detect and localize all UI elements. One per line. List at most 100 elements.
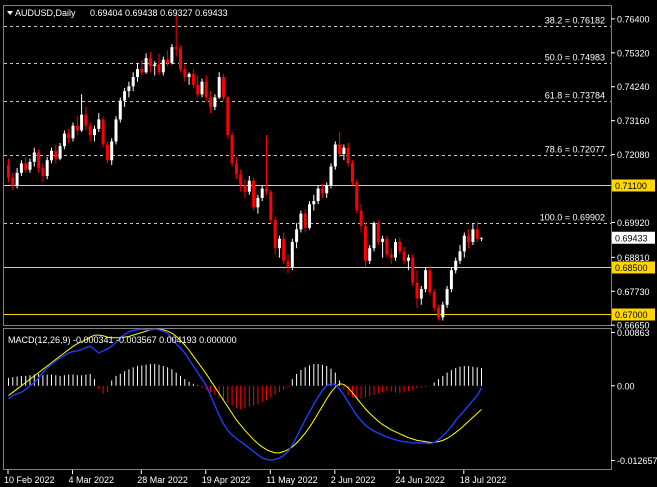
candle: [166, 59, 170, 63]
candle: [19, 163, 23, 173]
candle: [394, 241, 397, 258]
candle: [273, 219, 277, 249]
candle: [101, 119, 105, 145]
candle: [179, 48, 182, 70]
candle: [62, 133, 66, 147]
candle: [316, 188, 320, 202]
time-axis-label: 19 Apr 2022: [202, 475, 251, 485]
candle: [415, 282, 419, 299]
candle: [174, 47, 178, 49]
time-axis-label: 24 Jun 2022: [395, 475, 445, 485]
fib-level-label: 78.6 = 0.72077: [545, 145, 605, 155]
candle: [161, 59, 165, 73]
candle: [196, 84, 200, 95]
time-axis-label: 2 Jun 2022: [331, 475, 376, 485]
candle: [84, 114, 88, 126]
candle: [372, 223, 376, 249]
candle: [342, 147, 346, 154]
candle: [290, 241, 294, 268]
candle: [329, 166, 333, 186]
candle: [93, 128, 96, 136]
candle: [54, 150, 58, 159]
symbol-label: AUDUSD,Daily: [15, 8, 76, 18]
candle: [110, 141, 114, 161]
price-axis-label: 0.68810: [617, 253, 650, 263]
macd-axis-label: 0.00863: [617, 328, 650, 338]
candle: [402, 251, 406, 261]
candle: [144, 58, 148, 73]
horizontal-level-price-label: 0.68500: [615, 263, 648, 273]
fib-level-label: 100.0 = 0.69902: [540, 213, 605, 223]
candle: [71, 125, 75, 139]
candle: [467, 235, 471, 242]
candle: [243, 185, 247, 192]
candle: [252, 180, 256, 208]
candle: [437, 307, 440, 318]
candle: [127, 86, 131, 92]
candle: [363, 226, 367, 261]
chart-background: [0, 0, 657, 487]
fib-level-label: 38.2 = 0.76182: [545, 16, 605, 26]
candle: [200, 81, 204, 95]
candle: [105, 144, 109, 161]
candle: [45, 160, 49, 176]
candle: [114, 119, 118, 142]
chart-canvas[interactable]: 38.2 = 0.76182 50.0 = 0.74983 61.8 = 0.737…: [0, 0, 657, 487]
candle: [312, 201, 316, 205]
price-axis-label: 0.72080: [617, 150, 650, 160]
candle: [368, 248, 372, 261]
candle: [265, 188, 268, 192]
candle: [458, 251, 462, 261]
candle: [385, 238, 389, 255]
candle: [247, 180, 251, 192]
macd-axis-label: 0.00: [617, 381, 635, 391]
candle: [462, 235, 466, 252]
candle: [183, 69, 187, 78]
candle: [333, 144, 337, 167]
ohlc-values: 0.69404 0.69438 0.69327 0.69433: [90, 8, 228, 18]
candle: [320, 188, 324, 194]
candle: [424, 270, 428, 290]
candle: [7, 164, 10, 178]
candle: [411, 257, 415, 283]
candle: [148, 58, 152, 67]
candle: [75, 125, 79, 131]
candle: [441, 304, 445, 318]
candle: [153, 64, 157, 67]
fib-level-label: 61.8 = 0.73784: [545, 91, 605, 101]
candle: [376, 223, 380, 242]
time-axis-label: 28 Mar 2022: [137, 475, 188, 485]
current-price-label: 0.69433: [615, 233, 648, 243]
candle: [428, 270, 432, 293]
candle: [140, 69, 144, 73]
candle: [419, 289, 423, 299]
candle: [308, 204, 311, 228]
candle: [359, 210, 363, 227]
candle: [351, 163, 354, 183]
candle: [58, 146, 62, 159]
candle: [277, 238, 281, 249]
candle: [256, 197, 260, 208]
time-axis-label: 10 Feb 2022: [4, 475, 55, 485]
candle: [454, 260, 458, 271]
candle: [118, 100, 122, 120]
candle: [37, 152, 41, 169]
horizontal-level-price-label: 0.67000: [615, 310, 648, 320]
candle: [381, 238, 385, 242]
candle: [398, 241, 402, 252]
candle: [67, 133, 71, 139]
candle: [346, 147, 350, 164]
time-axis-label: 4 Mar 2022: [69, 475, 115, 485]
macd-axis-label: -0.012657: [617, 456, 657, 466]
candle: [299, 213, 303, 230]
candle: [80, 114, 84, 131]
candle: [286, 260, 290, 268]
candle: [123, 91, 127, 101]
candle: [97, 119, 101, 129]
candle: [449, 270, 453, 290]
candle: [338, 144, 342, 154]
candle: [136, 69, 139, 78]
chart-header: AUDUSD,Daily 0.69404 0.69438 0.69327 0.6…: [7, 8, 228, 18]
candle: [32, 152, 36, 162]
candle: [88, 125, 92, 136]
